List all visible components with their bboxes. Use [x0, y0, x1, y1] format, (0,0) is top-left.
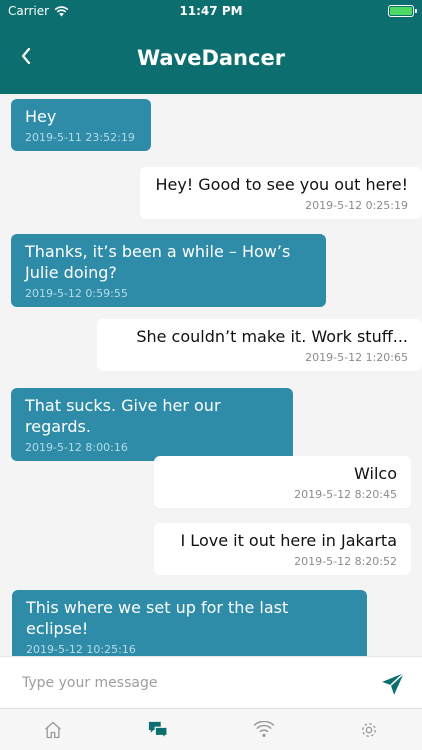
message-text: Hey [25, 107, 57, 126]
message-timestamp: 2019-5-12 8:00:16 [25, 441, 128, 454]
status-bar: Carrier 11:47 PM [0, 0, 422, 22]
message-timestamp: 2019-5-11 23:52:19 [25, 131, 135, 144]
send-button[interactable] [378, 669, 408, 699]
message-bubble-outgoing: Hey! Good to see you out here! 2019-5-12… [140, 167, 422, 219]
nav-bar: WaveDancer [0, 22, 422, 94]
message-timestamp: 2019-5-12 8:20:45 [294, 488, 397, 501]
message-bubble-incoming: Thanks, it’s been a while – How’s Julie … [11, 234, 326, 307]
message-bubble-incoming: Hey 2019-5-11 23:52:19 [11, 99, 151, 151]
message-text: Thanks, it’s been a while – How’s Julie … [25, 242, 291, 282]
tab-chat[interactable] [106, 709, 212, 750]
message-text: She couldn’t make it. Work stuff... [136, 327, 408, 346]
app-header: Carrier 11:47 PM WaveDancer [0, 0, 422, 94]
chat-icon [149, 721, 168, 740]
message-list[interactable]: Hey 2019-5-11 23:52:19 Hey! Good to see … [0, 94, 422, 656]
gear-icon [362, 723, 377, 737]
battery-icon [388, 5, 417, 17]
home-icon [44, 721, 61, 739]
message-text: I Love it out here in Jakarta [180, 531, 398, 550]
message-text: Wilco [354, 464, 397, 483]
message-timestamp: 2019-5-12 0:59:55 [25, 287, 128, 300]
wifi-icon [253, 721, 275, 738]
page-title: WaveDancer [136, 46, 286, 70]
message-input[interactable] [10, 665, 360, 701]
message-timestamp: 2019-5-12 0:25:19 [305, 199, 408, 212]
tab-settings[interactable] [317, 709, 422, 750]
message-bubble-incoming: That sucks. Give her our regards. 2019-5… [11, 388, 293, 461]
message-text: That sucks. Give her our regards. [25, 396, 221, 436]
message-bubble-outgoing: Wilco 2019-5-12 8:20:45 [154, 456, 411, 508]
message-timestamp: 2019-5-12 1:20:65 [305, 351, 408, 364]
send-icon [382, 672, 405, 695]
message-bubble-incoming: This where we set up for the last eclips… [12, 590, 367, 656]
message-composer [0, 656, 422, 708]
message-timestamp: 2019-5-12 8:20:52 [294, 555, 397, 568]
tab-home[interactable] [0, 709, 106, 750]
message-text: This where we set up for the last eclips… [26, 598, 289, 638]
status-time: 11:47 PM [179, 4, 243, 18]
message-text: Hey! Good to see you out here! [155, 175, 408, 194]
message-bubble-outgoing: She couldn’t make it. Work stuff... 2019… [97, 319, 422, 371]
message-timestamp: 2019-5-12 10:25:16 [26, 643, 136, 656]
tab-wifi[interactable] [211, 709, 317, 750]
message-bubble-outgoing: I Love it out here in Jakarta 2019-5-12 … [154, 523, 411, 575]
tab-bar [0, 708, 422, 750]
